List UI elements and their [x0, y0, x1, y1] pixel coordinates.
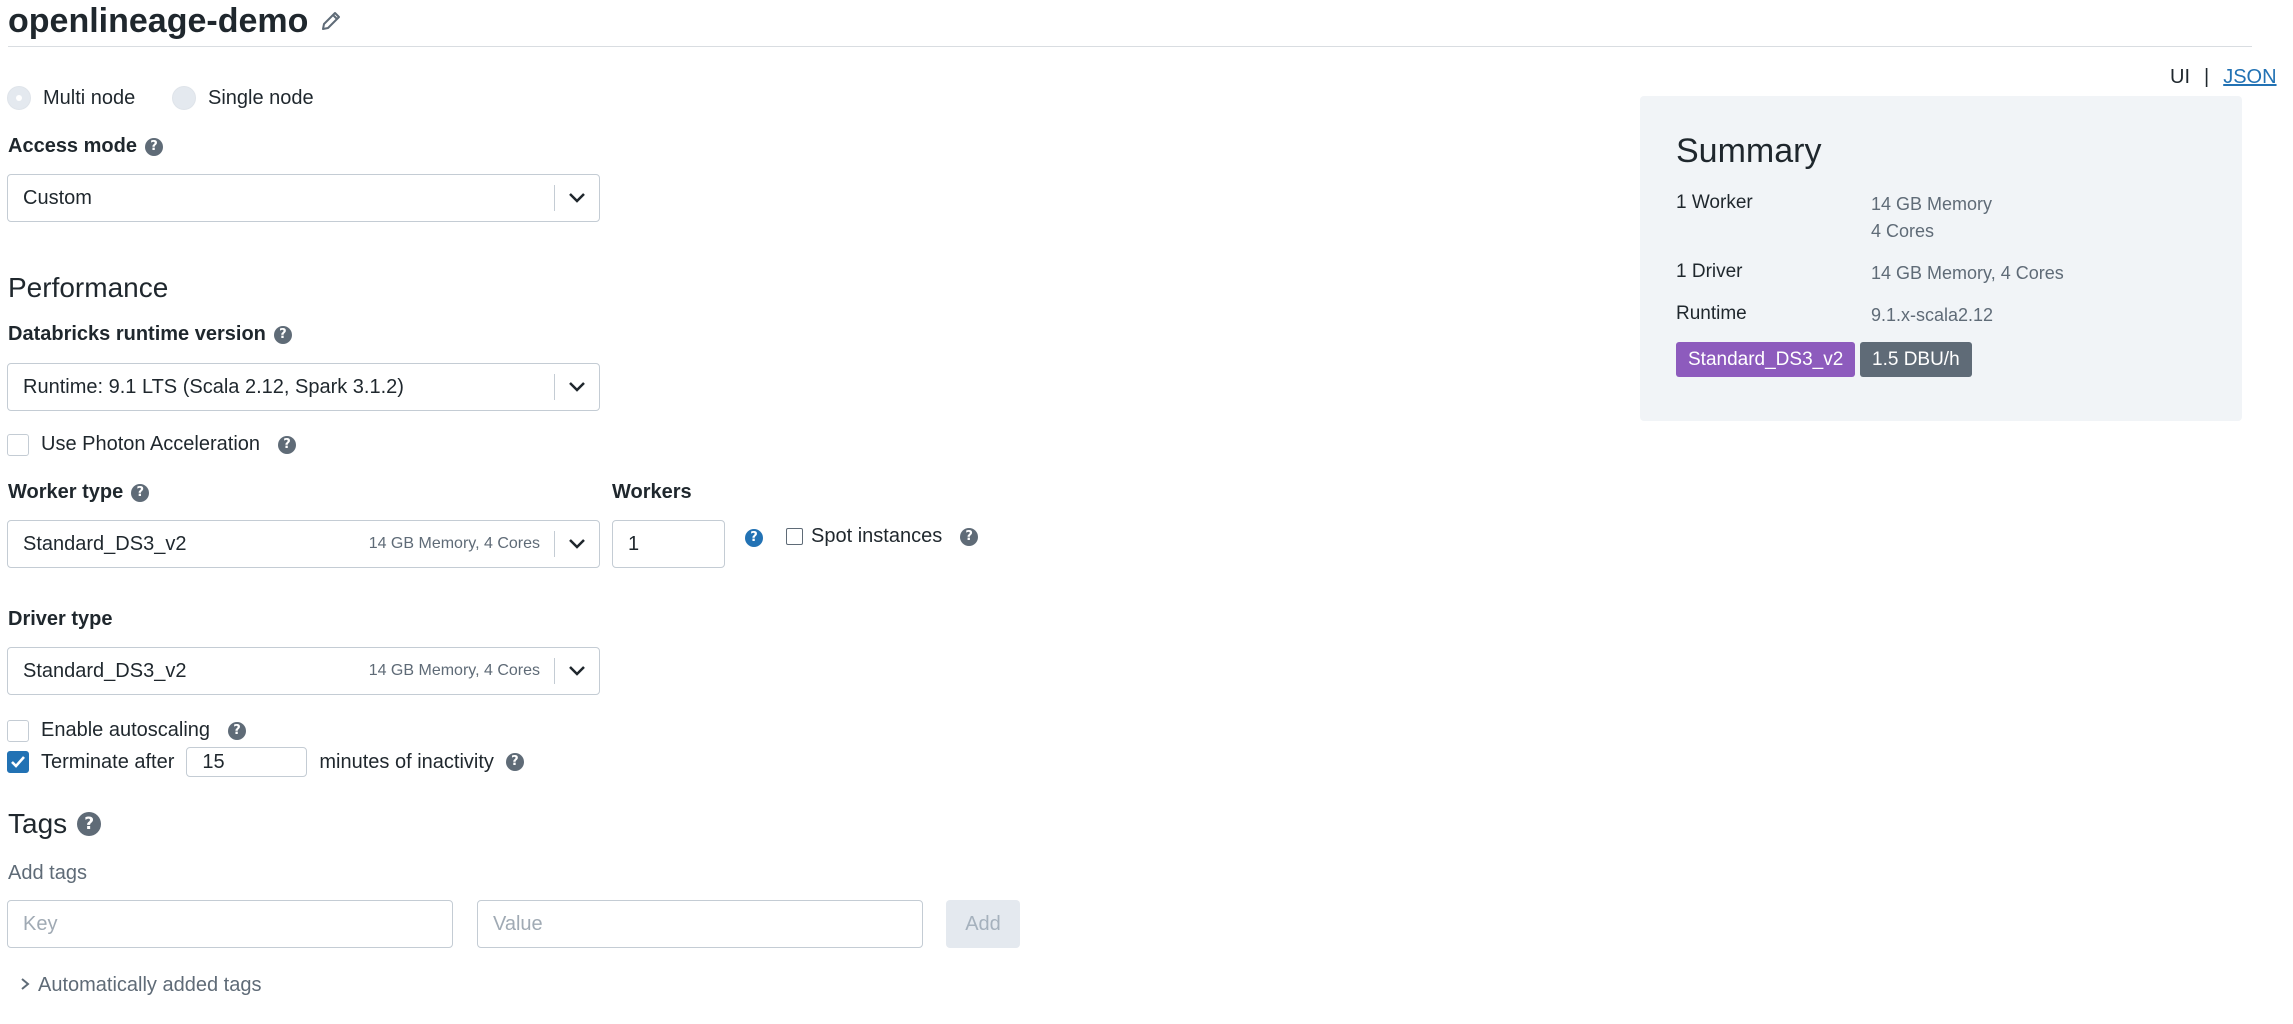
help-icon[interactable]: ?: [960, 527, 979, 546]
chevron-down-icon[interactable]: [555, 648, 599, 694]
worker-type-hint: 14 GB Memory, 4 Cores: [368, 535, 540, 552]
chevron-down-icon[interactable]: [555, 175, 599, 221]
instance-type-badge: Standard_DS3_v2: [1676, 342, 1856, 377]
dbu-rate-badge: 1.5 DBU/h: [1860, 342, 1972, 377]
runtime-value: Runtime: 9.1 LTS (Scala 2.12, Spark 3.1.…: [23, 375, 404, 398]
worker-type-label-row: Worker type ?: [8, 481, 150, 504]
view-toggle-separator: |: [2204, 66, 2210, 88]
chevron-right-icon: [20, 974, 30, 997]
summary-value-workers: 14 GB Memory 4 Cores: [1871, 191, 1992, 245]
tag-key-input[interactable]: Key: [7, 900, 453, 948]
runtime-label-row: Databricks runtime version ?: [8, 323, 292, 346]
view-json-link[interactable]: JSON: [2223, 66, 2276, 89]
auto-tags-label: Automatically added tags: [38, 974, 262, 996]
worker-type-label: Worker type: [8, 481, 124, 503]
autoscaling-checkbox[interactable]: [7, 719, 29, 742]
multi-node-radio[interactable]: [7, 86, 31, 110]
spot-instances-row: Spot instances ?: [786, 525, 979, 548]
worker-type-value: Standard_DS3_v2: [23, 532, 187, 555]
driver-type-value: Standard_DS3_v2: [23, 659, 187, 682]
summary-panel: Summary 1 Worker 14 GB Memory 4 Cores 1 …: [1640, 96, 2242, 421]
access-mode-label: Access mode: [8, 135, 137, 157]
pencil-icon[interactable]: [320, 2, 342, 41]
single-node-label: Single node: [208, 86, 314, 109]
access-mode-label-row: Access mode ?: [8, 135, 163, 158]
terminate-checkbox[interactable]: [7, 751, 29, 773]
chevron-down-icon[interactable]: [555, 364, 599, 410]
add-tag-button[interactable]: Add: [946, 900, 1020, 948]
tags-heading: Tags: [8, 808, 68, 839]
add-tags-label: Add tags: [8, 862, 87, 884]
view-toggle: UI | JSON: [2170, 66, 2277, 89]
access-mode-select[interactable]: Custom: [7, 174, 600, 222]
access-mode-value: Custom: [23, 186, 92, 209]
help-icon[interactable]: ?: [278, 435, 297, 454]
auto-tags-toggle[interactable]: Automatically added tags: [20, 974, 261, 997]
workers-label: Workers: [612, 481, 692, 503]
multi-node-label: Multi node: [43, 86, 136, 109]
spot-instances-label: Spot instances: [811, 525, 943, 547]
summary-value-driver: 14 GB Memory, 4 Cores: [1871, 263, 2064, 283]
spot-instances-checkbox[interactable]: [786, 528, 803, 545]
help-icon[interactable]: ?: [77, 812, 102, 836]
terminate-suffix: minutes of inactivity: [319, 750, 494, 773]
help-icon[interactable]: ?: [505, 753, 524, 771]
driver-type-hint: 14 GB Memory, 4 Cores: [368, 662, 540, 679]
runtime-label: Databricks runtime version: [8, 323, 266, 345]
terminate-minutes-input[interactable]: 15: [186, 747, 308, 777]
workers-input[interactable]: 1: [612, 520, 725, 568]
summary-worker-cores: 4 Cores: [1871, 221, 1935, 241]
performance-heading: Performance: [8, 272, 169, 303]
worker-type-select[interactable]: Standard_DS3_v2 14 GB Memory, 4 Cores: [7, 520, 600, 568]
page-title-text: openlineage-demo: [8, 1, 309, 40]
help-icon[interactable]: ?: [131, 483, 150, 502]
single-node-radio[interactable]: [172, 86, 196, 110]
help-icon[interactable]: ?: [745, 529, 763, 547]
help-icon[interactable]: ?: [144, 137, 163, 156]
runtime-select[interactable]: Runtime: 9.1 LTS (Scala 2.12, Spark 3.1.…: [7, 363, 600, 411]
photon-label: Use Photon Acceleration: [41, 433, 261, 455]
single-node-option[interactable]: Single node: [172, 86, 314, 110]
tag-value-input[interactable]: Value: [477, 900, 923, 948]
multi-node-option[interactable]: Multi node: [7, 86, 135, 110]
view-ui-link[interactable]: UI: [2170, 66, 2190, 89]
driver-type-select[interactable]: Standard_DS3_v2 14 GB Memory, 4 Cores: [7, 647, 600, 695]
summary-value-runtime: 9.1.x-scala2.12: [1871, 305, 1994, 325]
terminate-row: Terminate after 15 minutes of inactivity…: [7, 747, 524, 777]
chevron-down-icon[interactable]: [555, 521, 599, 567]
terminate-label: Terminate after: [41, 750, 175, 773]
tags-heading-row: Tags ?: [8, 808, 102, 840]
summary-key-runtime: Runtime: [1676, 303, 1747, 324]
title-divider: [8, 46, 2252, 47]
summary-worker-memory: 14 GB Memory: [1871, 194, 1993, 214]
help-icon[interactable]: ?: [273, 325, 292, 344]
autoscaling-label: Enable autoscaling: [41, 719, 211, 741]
page-title: openlineage-demo: [8, 0, 342, 42]
driver-type-label: Driver type: [8, 608, 113, 630]
summary-key-workers: 1 Worker: [1676, 192, 1753, 213]
help-icon[interactable]: ?: [228, 721, 247, 740]
summary-key-driver: 1 Driver: [1676, 261, 1743, 282]
photon-row: Use Photon Acceleration ?: [7, 433, 297, 456]
checkmark-icon: [11, 756, 25, 768]
photon-checkbox[interactable]: [7, 433, 29, 456]
summary-title: Summary: [1676, 132, 1822, 170]
autoscaling-row: Enable autoscaling ?: [7, 719, 247, 742]
